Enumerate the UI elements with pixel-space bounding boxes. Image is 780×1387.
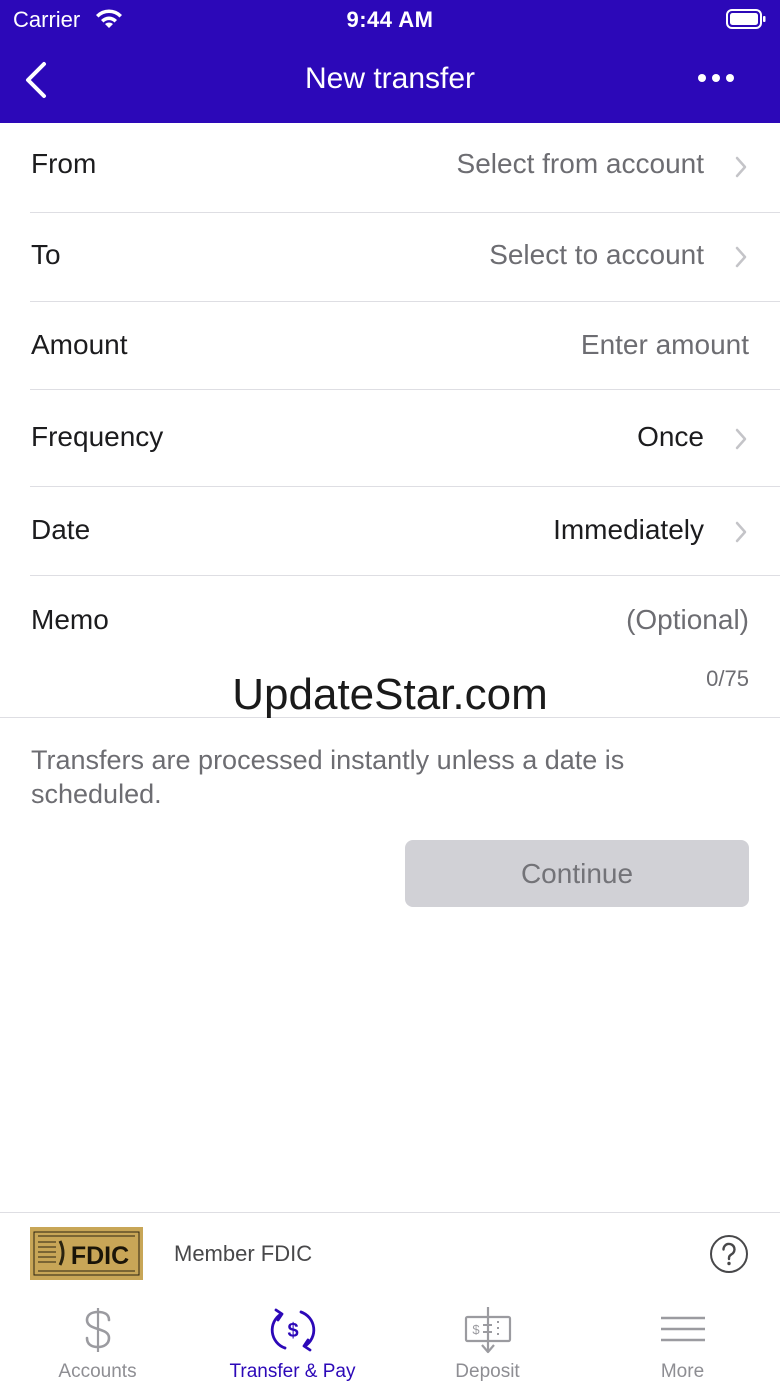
more-options-icon[interactable]: [696, 66, 736, 90]
svg-text:$: $: [472, 1322, 480, 1337]
date-selector[interactable]: Immediately: [553, 514, 704, 546]
info-text: Transfers are processed instantly unless…: [31, 745, 625, 809]
tab-label: Transfer & Pay: [229, 1361, 356, 1382]
tab-label: Deposit: [455, 1361, 520, 1382]
memo-label: Memo: [31, 604, 109, 635]
help-icon[interactable]: [709, 1234, 749, 1274]
frequency-label: Frequency: [31, 421, 164, 452]
menu-icon: [660, 1316, 705, 1342]
to-account-selector[interactable]: Select to account: [489, 239, 704, 271]
page-title: New transfer: [304, 62, 476, 95]
to-label: To: [31, 239, 61, 270]
frequency-selector[interactable]: Once: [637, 421, 704, 453]
transfer-pay-icon: $: [270, 1308, 315, 1352]
navigation-bar: New transfer: [0, 40, 780, 123]
from-label: From: [31, 148, 97, 179]
svg-text:FDIC: FDIC: [71, 1242, 129, 1270]
chevron-right-icon: [735, 521, 747, 543]
tab-bar: Accounts $ Transfer & Pay $ Deposit More: [0, 1295, 780, 1387]
frequency-row[interactable]: Frequency Once: [30, 390, 780, 487]
status-bar: Carrier 9:44 AM: [0, 0, 780, 40]
from-account-selector[interactable]: Select from account: [457, 148, 704, 180]
tab-label: More: [660, 1361, 705, 1382]
date-row[interactable]: Date Immediately: [30, 487, 780, 576]
fdic-logo: FDIC: [30, 1227, 143, 1280]
tab-transfer-pay[interactable]: $ Transfer & Pay: [195, 1295, 390, 1387]
chevron-right-icon: [735, 428, 747, 450]
to-account-row[interactable]: To Select to account: [30, 213, 780, 302]
tab-deposit[interactable]: $ Deposit: [390, 1295, 585, 1387]
memo-input[interactable]: (Optional): [626, 604, 749, 636]
member-fdic-text: Member FDIC: [174, 1241, 313, 1266]
amount-label: Amount: [31, 329, 128, 360]
date-label: Date: [31, 514, 91, 545]
tab-label: Accounts: [58, 1361, 137, 1382]
chevron-right-icon: [735, 156, 747, 178]
from-account-row[interactable]: From Select from account: [30, 123, 780, 213]
battery-icon: [726, 9, 766, 29]
dollar-icon: [85, 1308, 110, 1352]
tab-more[interactable]: More: [585, 1295, 780, 1387]
amount-row[interactable]: Amount Enter amount: [30, 302, 780, 390]
fdic-bar: FDIC Member FDIC: [0, 1212, 780, 1296]
continue-button[interactable]: Continue: [405, 840, 749, 907]
status-time: 9:44 AM: [346, 7, 434, 32]
watermark: UpdateStar.com: [232, 670, 548, 719]
svg-text:$: $: [287, 1320, 298, 1342]
tab-accounts[interactable]: Accounts: [0, 1295, 195, 1387]
amount-input[interactable]: Enter amount: [581, 329, 749, 361]
deposit-check-icon: $: [464, 1307, 511, 1354]
chevron-right-icon: [735, 246, 747, 268]
